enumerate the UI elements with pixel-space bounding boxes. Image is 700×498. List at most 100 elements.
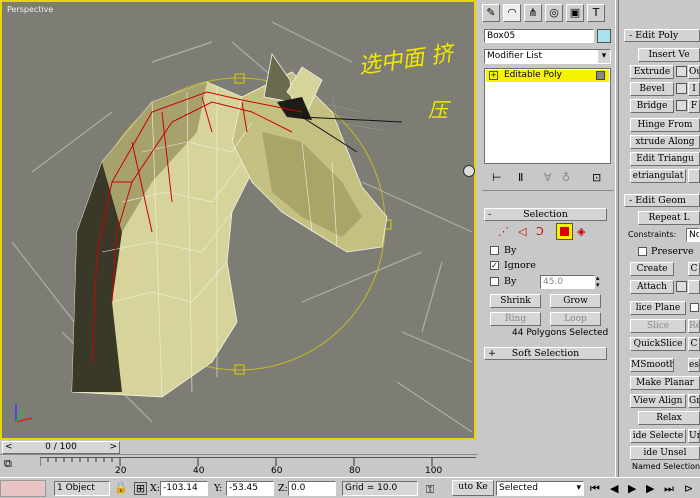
relax-button[interactable]: Relax	[638, 411, 700, 425]
quickslice-button[interactable]: QuickSlice	[630, 337, 686, 351]
hide-selected-button[interactable]: ide Selecte	[630, 429, 686, 443]
view-align-button[interactable]: View Align	[630, 394, 686, 408]
tessellate-button[interactable]: es	[688, 358, 700, 372]
border-level-icon[interactable]: Ↄ	[536, 226, 544, 238]
remove-modifier-icon[interactable]: ♁	[562, 172, 570, 184]
split-checkbox[interactable]	[690, 303, 699, 312]
constraints-dropdown[interactable]: No	[686, 228, 700, 242]
selection-rollout-header[interactable]: - Selection	[484, 208, 607, 221]
cut-button[interactable]: C	[688, 337, 700, 351]
retriangulate-button[interactable]: etriangulat	[630, 169, 686, 183]
perspective-viewport[interactable]: Perspective 选中面 挤 压	[0, 0, 476, 440]
motion-tab-icon[interactable]: ◎	[545, 4, 563, 22]
auto-key-button[interactable]: uto Ke	[452, 480, 494, 496]
edit-triangulation-button[interactable]: Edit Triangu	[630, 152, 700, 166]
display-tab-icon[interactable]: ▣	[566, 4, 584, 22]
next-frame-icon[interactable]: ▶	[646, 483, 654, 495]
bridge-button[interactable]: Bridge	[630, 99, 674, 113]
hide-unselected-button[interactable]: ide Unsel	[630, 446, 700, 460]
unhide-all-button[interactable]: Unl	[688, 429, 700, 443]
object-color-swatch[interactable]	[597, 29, 611, 43]
panel-divider[interactable]	[615, 0, 619, 477]
annotation-text-2: 压	[428, 98, 448, 122]
slice-button[interactable]: Slice	[630, 319, 686, 333]
msmooth-button[interactable]: MSmooth	[630, 358, 674, 372]
named-selections-label: Named Selections:	[632, 462, 700, 471]
key-icon[interactable]: ⚿	[426, 484, 434, 496]
maxscript-listener[interactable]	[0, 480, 46, 497]
extrude-settings-icon[interactable]	[676, 66, 687, 77]
configure-sets-icon[interactable]: ⊡	[592, 172, 601, 184]
go-to-start-icon[interactable]: ⏮	[590, 483, 600, 495]
hierarchy-tab-icon[interactable]: ⋔	[524, 4, 542, 22]
insert-vertex-button[interactable]: Insert Ve	[638, 48, 700, 62]
edit-geometry-rollout-header[interactable]: - Edit Geom	[624, 194, 700, 207]
modify-tab-icon[interactable]: ◠	[503, 4, 521, 22]
slice-plane-button[interactable]: lice Plane	[630, 301, 686, 315]
detach-button[interactable]	[688, 280, 700, 294]
z-coordinate-field[interactable]: 0.0	[288, 481, 336, 496]
extrude-along-spline-button[interactable]: xtrude Along	[630, 135, 700, 149]
absolute-mode-icon[interactable]: ⊞	[134, 482, 147, 495]
element-level-icon[interactable]: ◈	[577, 226, 585, 238]
bridge-settings-icon[interactable]	[676, 100, 687, 111]
play-icon[interactable]: ▶	[628, 483, 636, 495]
time-slider-track[interactable]: < 0 / 100 >	[0, 440, 478, 455]
edge-level-icon[interactable]: ◁	[518, 226, 526, 238]
turn-button[interactable]	[688, 169, 700, 183]
prev-frame-icon[interactable]: <	[5, 442, 13, 453]
y-coordinate-field[interactable]: -53.45	[226, 481, 274, 496]
create-button[interactable]: Create	[630, 262, 674, 276]
bevel-button[interactable]: Bevel	[630, 82, 674, 96]
expand-icon[interactable]: +	[489, 71, 498, 80]
key-mode-icon[interactable]: ⊳	[684, 483, 693, 495]
x-coordinate-field[interactable]: -103.14	[160, 481, 208, 496]
reset-plane-button[interactable]: Re	[688, 319, 700, 333]
bevel-settings-icon[interactable]	[676, 83, 687, 94]
grow-button[interactable]: Grow	[550, 294, 601, 308]
key-filter-dropdown[interactable]: Selected ▾	[496, 481, 584, 496]
extrude-button[interactable]: Extrude	[630, 65, 674, 79]
create-tab-icon[interactable]: ✎	[482, 4, 500, 22]
object-name-field[interactable]: Box05	[484, 29, 594, 43]
previous-frame-icon[interactable]: ◀	[610, 483, 618, 495]
track-bar[interactable]: ⧉ 20 40 60 80 100	[0, 455, 478, 477]
preserve-uvs-checkbox[interactable]	[638, 247, 647, 256]
pin-stack-icon[interactable]: ⊢	[492, 172, 502, 184]
shrink-button[interactable]: Shrink	[490, 294, 541, 308]
modifier-list-dropdown[interactable]: Modifier List ▾	[484, 49, 611, 64]
stack-item-editable-poly[interactable]: + Editable Poly	[486, 70, 609, 82]
loop-button[interactable]: Loop	[550, 312, 601, 326]
go-to-end-icon[interactable]: ⏭	[664, 483, 674, 495]
utilities-tab-icon[interactable]: T	[587, 4, 605, 22]
inset-button[interactable]: I	[688, 82, 700, 96]
soft-selection-title: Soft Selection	[511, 348, 580, 359]
hinge-from-edge-button[interactable]: Hinge From	[630, 118, 700, 132]
flip-button[interactable]: F	[688, 99, 700, 113]
outline-button[interactable]: Ou	[688, 65, 700, 79]
attach-button[interactable]: Attach	[630, 280, 674, 294]
ring-button[interactable]: Ring	[490, 312, 541, 326]
status-bar: 1 Object 🔒 ⊞ X: -103.14 Y: -53.45 Z: 0.0…	[0, 477, 700, 498]
track-bar-icon[interactable]: ⧉	[4, 457, 22, 471]
ignore-backfacing-checkbox[interactable]: ✓	[490, 261, 499, 270]
vertex-level-icon[interactable]: ⋰	[498, 226, 509, 238]
collapse-button[interactable]: C	[688, 262, 700, 276]
make-unique-icon[interactable]: ∀	[544, 172, 552, 184]
lock-icon[interactable]: 🔒	[114, 482, 128, 494]
next-frame-icon[interactable]: >	[109, 442, 117, 453]
show-end-result-icon[interactable]: Ⅱ	[518, 172, 523, 184]
by-vertex-checkbox[interactable]	[490, 246, 499, 255]
time-slider-thumb[interactable]: < 0 / 100 >	[2, 441, 120, 454]
edit-polygons-rollout-header[interactable]: - Edit Poly	[624, 29, 700, 42]
attach-list-icon[interactable]	[676, 281, 687, 292]
repeat-last-button[interactable]: Repeat L	[638, 211, 700, 225]
angle-spinner[interactable]: 45.0	[540, 275, 595, 289]
grid-align-button[interactable]: Gr	[688, 394, 700, 408]
polygon-level-button[interactable]	[556, 223, 573, 240]
make-planar-button[interactable]: Make Planar	[630, 376, 700, 390]
by-angle-checkbox[interactable]	[490, 277, 499, 286]
angle-spinner-arrows-icon[interactable]: ▴ ▾	[596, 275, 600, 289]
modifier-stack[interactable]: + Editable Poly	[484, 68, 611, 164]
soft-selection-rollout-header[interactable]: + Soft Selection	[484, 347, 607, 360]
